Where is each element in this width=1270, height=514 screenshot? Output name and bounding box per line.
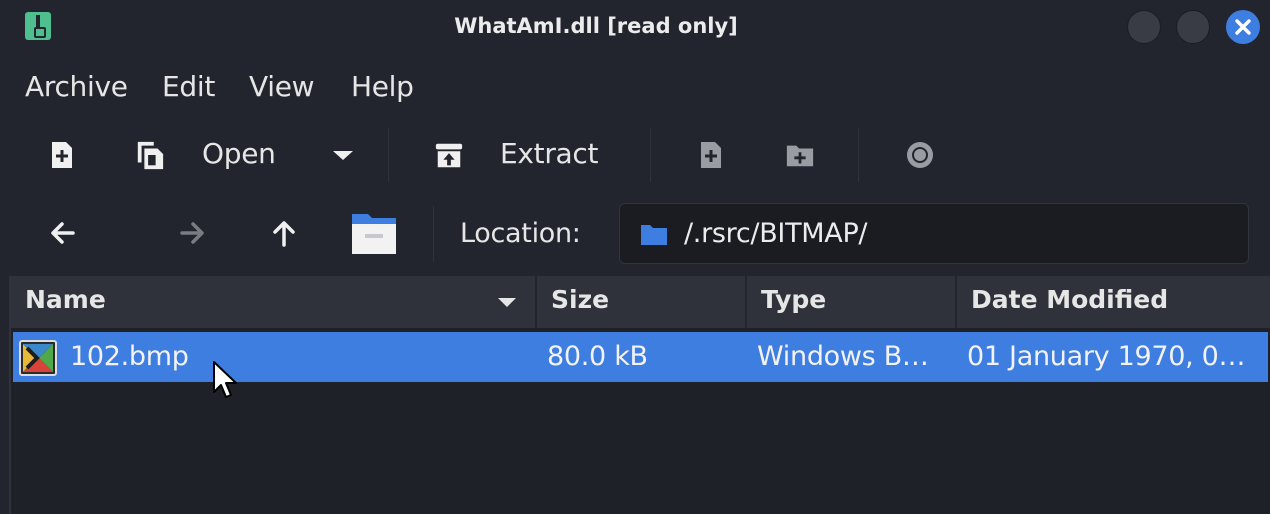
column-header-label: Type <box>761 285 827 314</box>
file-date-modified: 01 January 1970, 0… <box>967 341 1246 372</box>
column-header-type[interactable]: Type <box>747 276 957 328</box>
forward-arrow-icon[interactable] <box>178 218 208 248</box>
title-bar: WhatAmI.dll [read only] <box>0 0 1270 54</box>
close-icon <box>1235 19 1251 35</box>
location-path: /.rsrc/BITMAP/ <box>684 218 868 249</box>
menu-view[interactable]: View <box>249 70 315 103</box>
open-button-label[interactable]: Open <box>202 137 276 170</box>
file-type: Windows B… <box>757 341 929 372</box>
column-header-label: Size <box>551 285 610 314</box>
image-file-icon <box>19 340 57 376</box>
file-list[interactable]: Name Size Type Date Modified 102.bmp 80.… <box>9 276 1270 514</box>
extract-button-label[interactable]: Extract <box>500 137 598 170</box>
menu-edit[interactable]: Edit <box>162 70 215 103</box>
home-folder-icon[interactable] <box>350 212 398 256</box>
menu-archive[interactable]: Archive <box>25 70 128 103</box>
toolbar: Open Extract <box>0 120 1270 190</box>
location-field[interactable]: /.rsrc/BITMAP/ <box>619 203 1249 264</box>
chevron-down-icon[interactable] <box>330 142 356 168</box>
file-list-header: Name Size Type Date Modified <box>11 276 1270 328</box>
toolbar-separator <box>433 206 434 262</box>
column-header-name[interactable]: Name <box>11 276 537 328</box>
toolbar-separator <box>388 128 389 182</box>
mouse-cursor-icon <box>213 361 237 398</box>
column-header-date-modified[interactable]: Date Modified <box>957 276 1270 328</box>
close-button[interactable] <box>1226 10 1260 44</box>
folder-icon <box>641 225 667 245</box>
maximize-button[interactable] <box>1176 10 1210 44</box>
location-bar: Location: /.rsrc/BITMAP/ <box>0 196 1270 268</box>
file-name: 102.bmp <box>70 341 189 372</box>
open-archive-icon[interactable] <box>135 140 165 170</box>
extract-icon[interactable] <box>434 140 464 170</box>
column-header-label: Name <box>25 285 106 314</box>
up-arrow-icon[interactable] <box>269 218 299 248</box>
back-arrow-icon[interactable] <box>47 218 77 248</box>
table-row[interactable]: 102.bmp 80.0 kB Windows B… 01 January 19… <box>13 332 1268 382</box>
new-archive-icon[interactable] <box>47 140 77 170</box>
file-size: 80.0 kB <box>547 341 648 372</box>
window-title: WhatAmI.dll [read only] <box>454 14 738 38</box>
toolbar-separator <box>858 128 859 182</box>
minimize-button[interactable] <box>1127 10 1161 44</box>
menu-bar: Archive Edit View Help <box>0 62 1270 112</box>
sort-descending-icon <box>498 298 516 307</box>
location-label: Location: <box>460 218 581 249</box>
add-folder-icon[interactable] <box>785 140 815 170</box>
menu-help[interactable]: Help <box>351 70 414 103</box>
add-files-icon[interactable] <box>696 140 726 170</box>
column-header-size[interactable]: Size <box>537 276 747 328</box>
column-header-label: Date Modified <box>971 285 1169 314</box>
toolbar-separator <box>650 128 651 182</box>
stop-icon[interactable] <box>905 140 935 170</box>
